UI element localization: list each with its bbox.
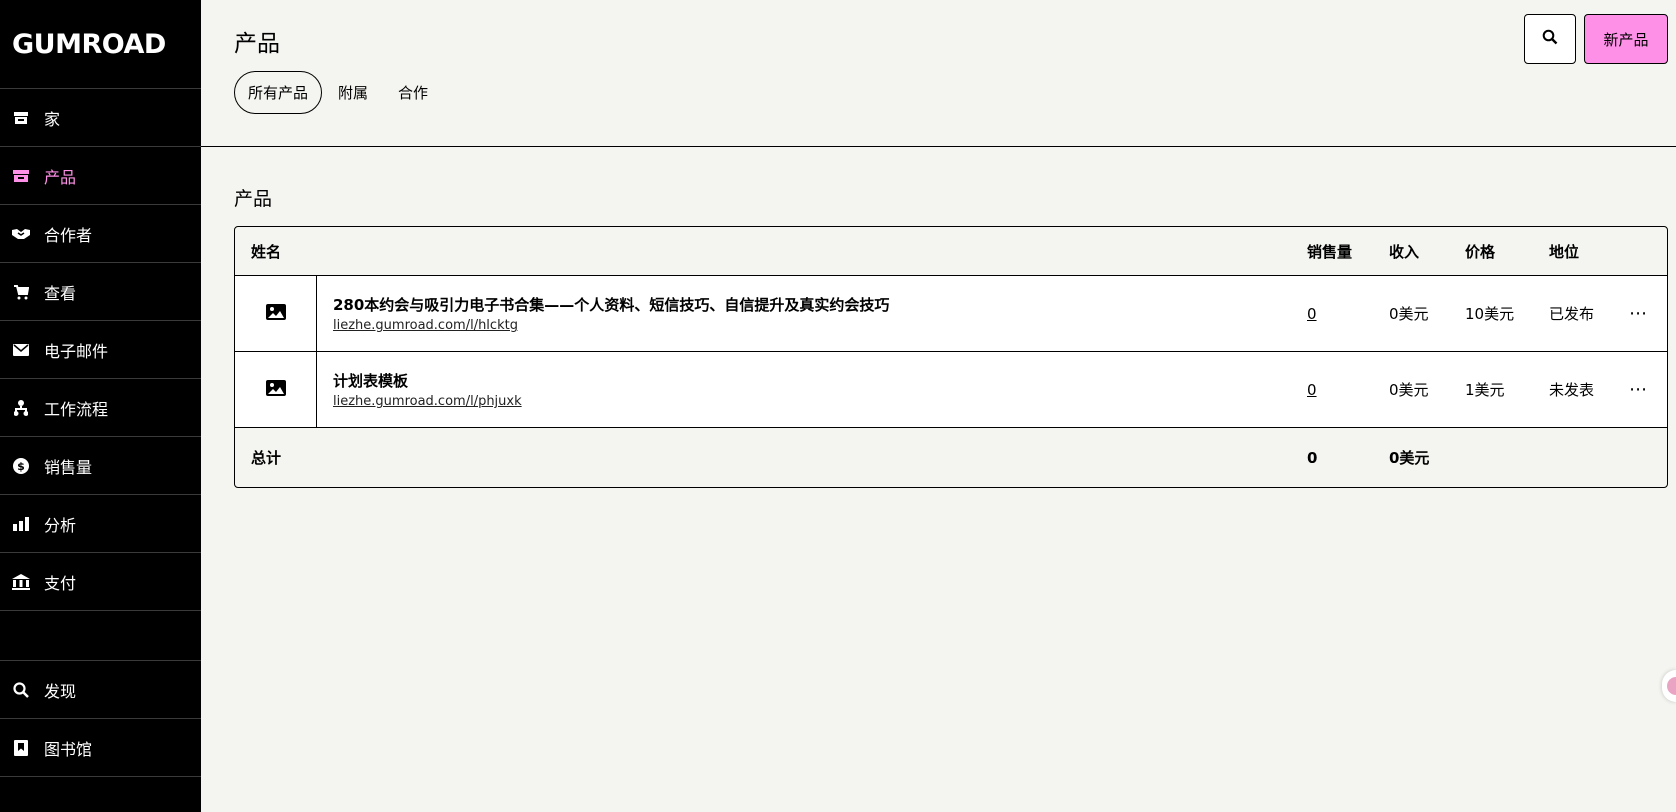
handshake-icon	[12, 225, 30, 243]
sidebar-item-label: 分析	[44, 515, 77, 535]
price-value: 1美元	[1465, 381, 1505, 399]
page-title: 产品	[234, 31, 280, 57]
sidebar-item-library[interactable]: 图书馆	[0, 719, 201, 777]
cart-icon	[12, 283, 30, 301]
logo-text: GUMROAD	[12, 28, 166, 60]
sidebar-item-products[interactable]: 产品	[0, 147, 201, 205]
col-revenue-header[interactable]: 收入	[1389, 241, 1465, 262]
more-actions-icon[interactable]: ⋯	[1629, 303, 1667, 324]
total-sales: 0	[1307, 448, 1318, 467]
section-title: 产品	[234, 188, 273, 210]
new-product-button[interactable]: 新产品	[1584, 14, 1668, 64]
sidebar-item-label: 家	[44, 109, 61, 129]
tab-affiliated[interactable]: 附属	[324, 71, 382, 114]
sidebar-item-label: 查看	[44, 283, 77, 303]
product-name[interactable]: 计划表模板	[333, 370, 1307, 391]
image-icon	[265, 379, 286, 400]
sidebar-item-home[interactable]: 家	[0, 89, 201, 147]
tab-collabs[interactable]: 合作	[384, 71, 442, 114]
product-name-cell: 280本约会与吸引力电子书合集——个人资料、短信技巧、自信提升及真实约会技巧 l…	[317, 294, 1307, 333]
revenue-value: 0美元	[1389, 305, 1429, 323]
sales-count-link[interactable]: 0	[1307, 305, 1389, 323]
product-thumbnail	[235, 276, 317, 351]
table-header: 姓名 销售量 收入 价格 地位	[235, 227, 1667, 276]
status-value: 已发布	[1549, 305, 1595, 323]
table-footer: 总计 0 0美元	[235, 428, 1667, 487]
more-actions-icon[interactable]: ⋯	[1629, 379, 1667, 400]
search-button[interactable]	[1524, 14, 1576, 64]
sidebar-item-checkout[interactable]: 查看	[0, 263, 201, 321]
product-name-cell: 计划表模板 liezhe.gumroad.com/l/phjuxk	[317, 370, 1307, 409]
sidebar-item-label: 支付	[44, 573, 77, 593]
sidebar-item-workflows[interactable]: 工作流程	[0, 379, 201, 437]
page-header: 产品 所有产品 附属 合作 新产品	[201, 0, 1676, 147]
sidebar-item-sales[interactable]: $ 销售量	[0, 437, 201, 495]
sidebar-item-label: 发现	[44, 681, 77, 701]
product-name[interactable]: 280本约会与吸引力电子书合集——个人资料、短信技巧、自信提升及真实约会技巧	[333, 294, 1307, 315]
sidebar-item-discover[interactable]: 发现	[0, 661, 201, 719]
image-icon	[265, 303, 286, 324]
sidebar-item-label: 合作者	[44, 225, 93, 245]
table-row[interactable]: 280本约会与吸引力电子书合集——个人资料、短信技巧、自信提升及真实约会技巧 l…	[235, 276, 1667, 352]
revenue-value: 0美元	[1389, 381, 1429, 399]
sidebar-item-label: 产品	[44, 167, 77, 187]
tab-all-products[interactable]: 所有产品	[234, 71, 323, 114]
logo[interactable]: GUMROAD	[0, 0, 201, 89]
search-icon	[12, 681, 30, 699]
sidebar-item-analytics[interactable]: 分析	[0, 495, 201, 553]
sales-count-link[interactable]: 0	[1307, 381, 1389, 399]
sidebar-item-emails[interactable]: 电子邮件	[0, 321, 201, 379]
sidebar-item-collaborators[interactable]: 合作者	[0, 205, 201, 263]
sidebar-spacer	[0, 611, 201, 661]
floating-widget[interactable]	[1662, 670, 1676, 702]
total-revenue: 0美元	[1389, 449, 1430, 467]
sidebar-item-label: 工作流程	[44, 399, 109, 419]
workflow-icon	[12, 399, 30, 417]
svg-text:$: $	[17, 460, 25, 473]
sidebar-item-payouts[interactable]: 支付	[0, 553, 201, 611]
sidebar-item-label: 电子邮件	[44, 341, 109, 361]
sidebar-item-label: 销售量	[44, 457, 93, 477]
archive-icon	[12, 167, 30, 185]
product-thumbnail	[235, 352, 317, 427]
status-value: 未发表	[1549, 381, 1595, 399]
widget-icon	[1667, 677, 1676, 695]
search-icon	[1542, 29, 1558, 49]
shop-icon	[12, 109, 30, 127]
tab-bar: 所有产品 附属 合作	[234, 71, 444, 114]
sidebar-item-label: 图书馆	[44, 739, 93, 759]
products-table: 姓名 销售量 收入 价格 地位 280本约会与吸引力电子书合集——个人资料、短信…	[234, 226, 1668, 488]
bookmark-icon	[12, 739, 30, 757]
table-row[interactable]: 计划表模板 liezhe.gumroad.com/l/phjuxk 0 0美元 …	[235, 352, 1667, 428]
col-sales-header[interactable]: 销售量	[1307, 241, 1389, 262]
dollar-icon: $	[12, 457, 30, 475]
price-value: 10美元	[1465, 305, 1515, 323]
total-label: 总计	[251, 449, 282, 467]
col-status-header[interactable]: 地位	[1549, 241, 1629, 262]
bank-icon	[12, 573, 30, 591]
product-url-link[interactable]: liezhe.gumroad.com/l/hlcktg	[333, 318, 1307, 333]
envelope-icon	[12, 341, 30, 359]
product-url-link[interactable]: liezhe.gumroad.com/l/phjuxk	[333, 394, 1307, 409]
sidebar: GUMROAD 家 产品 合作者 查看 电子邮件 工作流程 $ 销售量 分析 支…	[0, 0, 201, 812]
col-price-header[interactable]: 价格	[1465, 241, 1549, 262]
bar-chart-icon	[12, 515, 30, 533]
col-name-header[interactable]: 姓名	[235, 241, 1307, 262]
